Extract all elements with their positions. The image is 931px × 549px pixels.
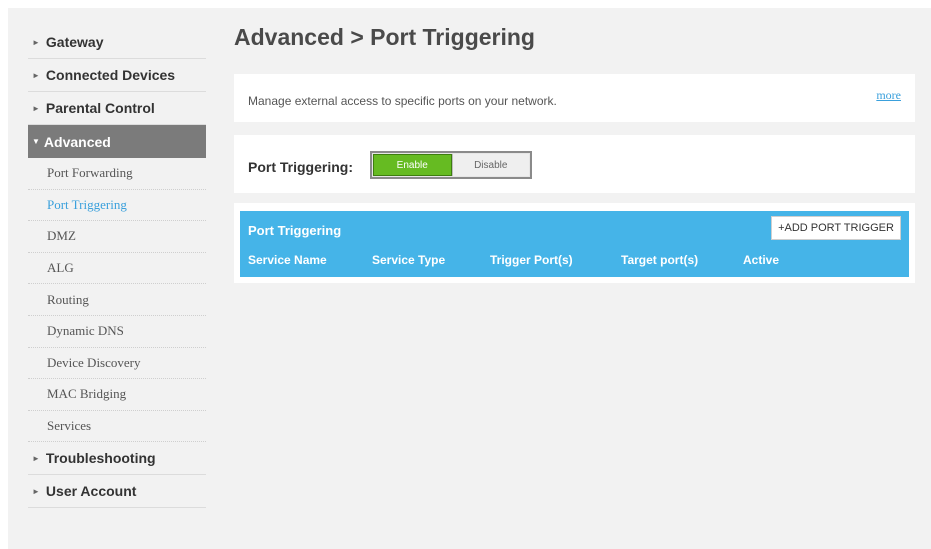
sidebar-item-user-account[interactable]: ► User Account bbox=[28, 475, 206, 509]
page-description: Manage external access to specific ports… bbox=[248, 94, 557, 108]
column-header-trigger-ports: Trigger Port(s) bbox=[490, 253, 573, 267]
sidebar-item-label: DMZ bbox=[47, 228, 76, 244]
column-header-active: Active bbox=[743, 253, 780, 267]
sidebar-item-label: Troubleshooting bbox=[45, 450, 156, 467]
chevron-right-icon: ► bbox=[32, 37, 40, 47]
chevron-right-icon: ► bbox=[32, 453, 40, 463]
sidebar-item-label: Dynamic DNS bbox=[47, 323, 124, 339]
sidebar-item-label: Services bbox=[47, 418, 92, 434]
sidebar-item-label: Connected Devices bbox=[45, 67, 176, 83]
sidebar: ► Gateway ► Connected Devices ► Parental… bbox=[28, 26, 206, 509]
sidebar-item-label: Routing bbox=[47, 291, 89, 307]
enable-button[interactable]: Enable bbox=[373, 154, 452, 176]
sidebar-subitem-device-discovery[interactable]: Device Discovery bbox=[28, 348, 206, 380]
sidebar-subitem-mac-bridging[interactable]: MAC Bridging bbox=[28, 379, 206, 411]
sidebar-subitem-port-forwarding[interactable]: Port Forwarding bbox=[28, 158, 206, 190]
disable-button[interactable]: Disable bbox=[451, 154, 529, 176]
table-title: Port Triggering bbox=[248, 223, 342, 238]
page-title: Advanced > Port Triggering bbox=[234, 24, 535, 50]
sidebar-item-advanced[interactable]: ▼ Advanced bbox=[28, 125, 206, 158]
table-header: Port Triggering +ADD PORT TRIGGER Servic… bbox=[240, 211, 909, 277]
sidebar-subitem-routing[interactable]: Routing bbox=[28, 284, 206, 316]
sidebar-item-label: Port Triggering bbox=[47, 196, 127, 212]
sidebar-item-label: User Account bbox=[45, 483, 137, 500]
sidebar-item-label: Device Discovery bbox=[47, 354, 141, 370]
chevron-right-icon: ► bbox=[32, 103, 40, 113]
sidebar-subitem-port-triggering[interactable]: Port Triggering bbox=[28, 190, 206, 222]
sidebar-subitem-alg[interactable]: ALG bbox=[28, 253, 206, 285]
chevron-down-icon: ▼ bbox=[32, 137, 40, 146]
sidebar-item-troubleshooting[interactable]: ► Troubleshooting bbox=[28, 442, 206, 476]
sidebar-subitem-dynamic-dns[interactable]: Dynamic DNS bbox=[28, 316, 206, 348]
column-header-target-ports: Target port(s) bbox=[621, 253, 699, 267]
sidebar-item-label: ALG bbox=[47, 260, 74, 276]
sidebar-item-parental-control[interactable]: ► Parental Control bbox=[28, 92, 206, 125]
enable-disable-toggle: Enable Disable bbox=[370, 151, 532, 179]
description-card: Manage external access to specific ports… bbox=[234, 74, 915, 122]
sidebar-item-label: Advanced bbox=[43, 133, 111, 150]
add-port-trigger-button[interactable]: +ADD PORT TRIGGER bbox=[771, 216, 901, 240]
sidebar-item-label: MAC Bridging bbox=[47, 386, 127, 402]
port-triggering-table-card: Port Triggering +ADD PORT TRIGGER Servic… bbox=[234, 203, 915, 283]
sidebar-item-connected-devices[interactable]: ► Connected Devices bbox=[28, 59, 206, 92]
port-triggering-toggle-card: Port Triggering: Enable Disable bbox=[234, 135, 915, 193]
more-link[interactable]: more bbox=[876, 88, 901, 103]
chevron-right-icon: ► bbox=[32, 70, 40, 80]
sidebar-item-label: Port Forwarding bbox=[47, 165, 133, 181]
sidebar-subitem-services[interactable]: Services bbox=[28, 411, 206, 443]
window-frame-left bbox=[0, 0, 8, 549]
chevron-right-icon: ► bbox=[32, 486, 40, 496]
sidebar-item-label: Gateway bbox=[45, 34, 104, 50]
sidebar-subitem-dmz[interactable]: DMZ bbox=[28, 221, 206, 253]
window-frame-top bbox=[0, 0, 931, 8]
sidebar-item-gateway[interactable]: ► Gateway bbox=[28, 26, 206, 59]
column-header-service-name: Service Name bbox=[248, 253, 327, 267]
column-header-service-type: Service Type bbox=[372, 253, 446, 267]
sidebar-item-label: Parental Control bbox=[45, 100, 155, 116]
toggle-label: Port Triggering: bbox=[248, 159, 353, 175]
